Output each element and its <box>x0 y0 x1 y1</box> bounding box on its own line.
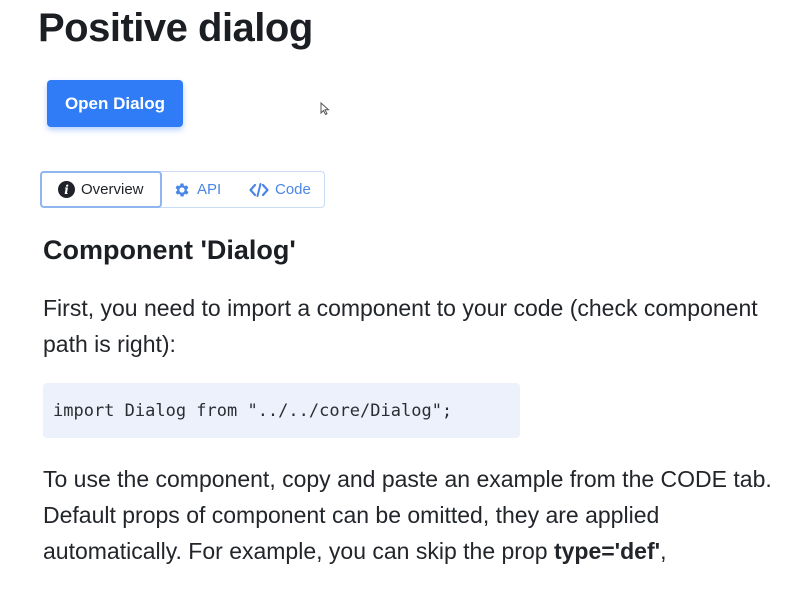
section-heading: Component 'Dialog' <box>43 235 296 265</box>
intro-text: First, you need to import a component to… <box>43 295 758 357</box>
usage-text: To use the component, copy and paste an … <box>43 466 772 492</box>
defaults-text: Default props of component can be omitte… <box>43 497 798 569</box>
defaults-prop: type='def' <box>553 538 661 564</box>
tab-overview[interactable]: i Overview <box>40 171 162 208</box>
code-icon <box>249 182 269 197</box>
tab-overview-label: Overview <box>81 181 144 198</box>
tab-bar: i Overview API Code <box>40 171 325 208</box>
usage-section: To use the component, copy and paste an … <box>43 461 798 569</box>
import-code-block: import Dialog from "../../core/Dialog"; <box>43 383 520 438</box>
tab-api-label: API <box>197 181 222 198</box>
import-code: import Dialog from "../../core/Dialog"; <box>53 400 453 421</box>
defaults-suffix: , <box>660 538 667 564</box>
mouse-cursor-icon <box>320 102 330 116</box>
tab-code-label: Code <box>275 181 311 198</box>
tab-code[interactable]: Code <box>249 171 311 208</box>
open-dialog-button[interactable]: Open Dialog <box>47 80 183 127</box>
gear-icon <box>175 182 189 197</box>
tab-api[interactable]: API <box>173 171 221 208</box>
page-title: Positive dialog <box>38 6 313 50</box>
info-icon: i <box>58 181 75 198</box>
